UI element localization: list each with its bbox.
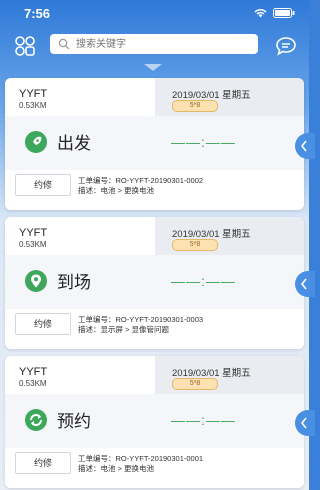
work-order-card[interactable]: YYFT 0.53KM 2019/03/01 星期五 5*8 出发 ——:—— …: [5, 78, 304, 210]
header: [0, 30, 309, 62]
expand-tab[interactable]: [295, 410, 315, 436]
card-footer: 约修 工单编号：RO-YYFT-20190301-0003 描述：显示屏 > 显…: [5, 309, 304, 349]
battery-icon: [273, 8, 295, 18]
search-icon: [58, 38, 70, 50]
time-placeholder: ——:——: [171, 412, 236, 428]
distance: 0.53KM: [19, 379, 47, 388]
status-label: 到场: [57, 273, 91, 292]
rocket-icon: [25, 131, 47, 153]
expand-tab[interactable]: [295, 133, 315, 159]
expand-tab[interactable]: [295, 271, 315, 297]
message-icon[interactable]: [275, 35, 297, 57]
service-badge: 5*8: [172, 239, 218, 251]
distance: 0.53KM: [19, 240, 47, 249]
order-description: 描述：显示屏 > 显像管问题: [78, 325, 170, 334]
time-placeholder: ——:——: [171, 273, 236, 289]
chevron-left-icon: [300, 278, 307, 290]
order-date: 2019/03/01 星期五: [172, 90, 251, 101]
status-row: 出发 ——:——: [5, 116, 304, 170]
status-row: 到场 ——:——: [5, 255, 304, 309]
repair-button[interactable]: 约修: [15, 452, 71, 474]
status-label: 出发: [57, 134, 91, 153]
service-badge: 5*8: [172, 100, 218, 112]
time-placeholder: ——:——: [171, 134, 236, 150]
card-footer: 约修 工单编号：RO-YYFT-20190301-0001 描述：电池 > 更换…: [5, 448, 304, 488]
order-description: 描述：电池 > 更换电池: [78, 186, 155, 195]
service-badge: 5*8: [172, 378, 218, 390]
search-bar[interactable]: [50, 34, 258, 54]
repair-button[interactable]: 约修: [15, 313, 71, 335]
status-bar: 7:56: [0, 0, 309, 28]
grid-menu-icon[interactable]: [14, 35, 36, 57]
order-date: 2019/03/01 星期五: [172, 229, 251, 240]
wifi-icon: [254, 9, 267, 18]
status-time: 7:56: [24, 6, 51, 21]
order-date: 2019/03/01 星期五: [172, 368, 251, 379]
pull-down-arrow: [144, 64, 162, 71]
repair-button[interactable]: 约修: [15, 174, 71, 196]
chevron-left-icon: [300, 417, 307, 429]
refresh-icon: [25, 409, 47, 431]
customer-name: YYFT: [19, 88, 48, 100]
search-input[interactable]: [74, 37, 248, 51]
status-label: 预约: [57, 412, 91, 431]
distance: 0.53KM: [19, 101, 47, 110]
customer-name: YYFT: [19, 227, 48, 239]
customer-name: YYFT: [19, 366, 48, 378]
work-order-card[interactable]: YYFT 0.53KM 2019/03/01 星期五 5*8 到场 ——:—— …: [5, 217, 304, 349]
card-footer: 约修 工单编号：RO-YYFT-20190301-0002 描述：电池 > 更换…: [5, 170, 304, 210]
work-order-card[interactable]: YYFT 0.53KM 2019/03/01 星期五 5*8 预约 ——:—— …: [5, 356, 304, 488]
chevron-left-icon: [300, 140, 307, 152]
order-description: 描述：电池 > 更换电池: [78, 464, 155, 473]
status-row: 预约 ——:——: [5, 394, 304, 448]
location-pin-icon: [25, 270, 47, 292]
status-icons: [254, 8, 295, 18]
